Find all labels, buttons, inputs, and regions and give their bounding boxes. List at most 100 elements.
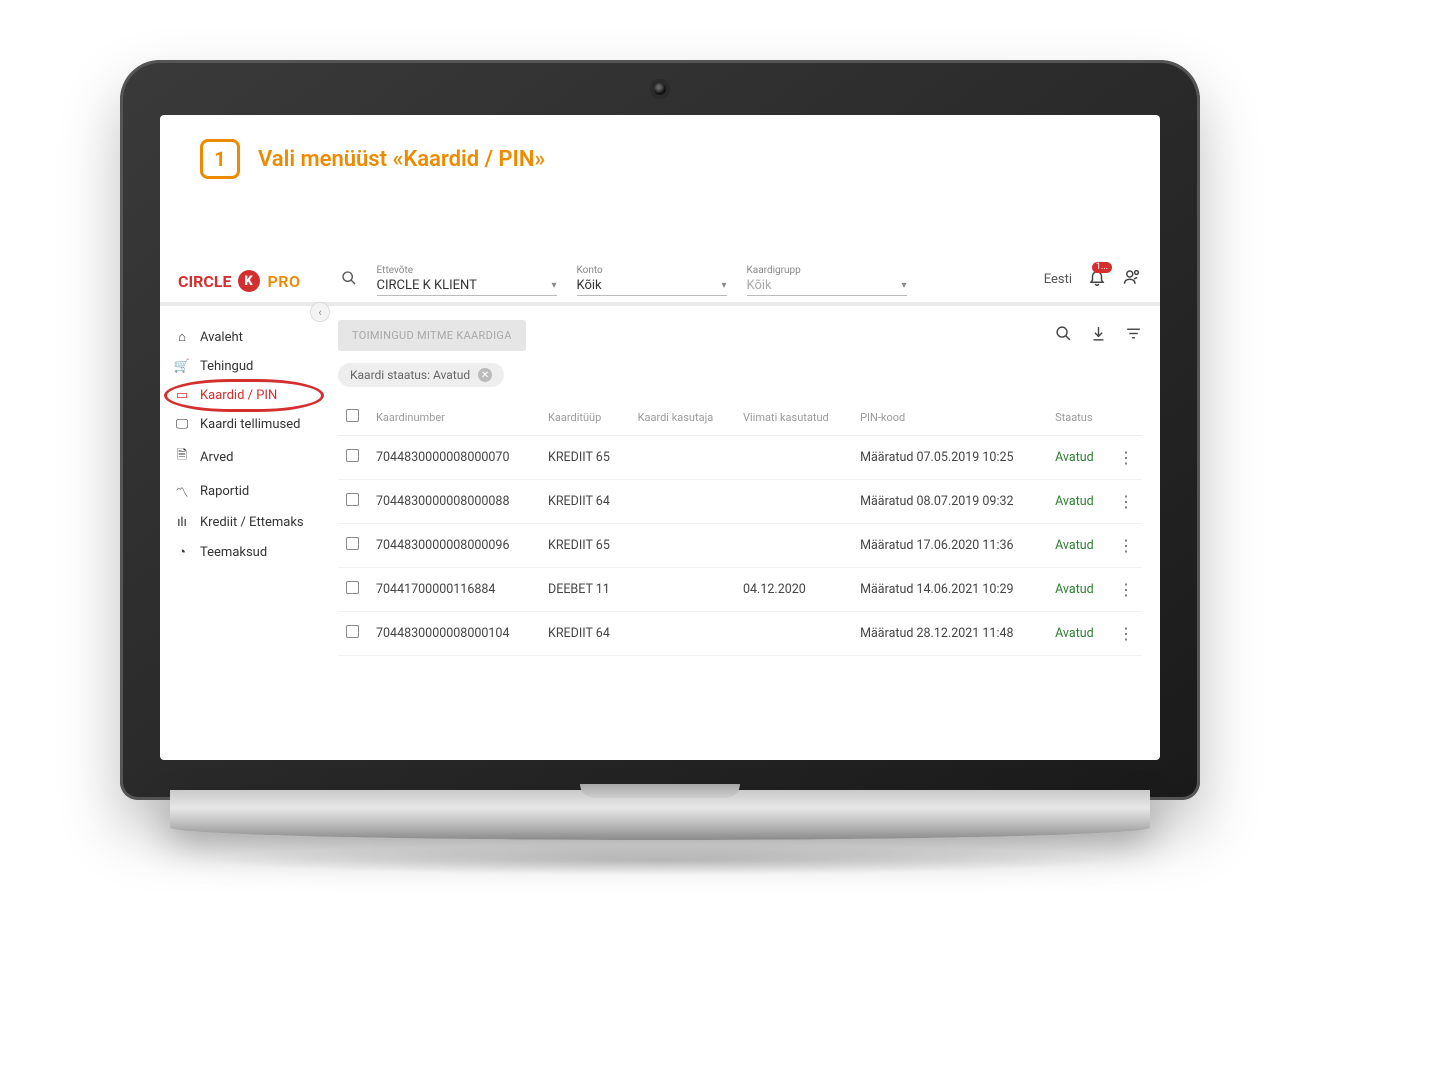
language-switch[interactable]: Eesti: [1044, 272, 1072, 287]
laptop-camera: [654, 83, 666, 95]
col-status[interactable]: Staatus: [1047, 401, 1110, 436]
sidebar-item-doc[interactable]: 🗎 Arved: [160, 439, 320, 475]
bulk-actions-button[interactable]: TOIMINGUD MITME KAARDIGA: [338, 320, 526, 351]
sidebar-item-cart[interactable]: 🛒Tehingud: [160, 352, 320, 381]
cell-cardtype: KREDIIT 64: [540, 612, 630, 656]
sidebar-item-road[interactable]: ◔ Teemaksud: [160, 537, 320, 567]
cell-pin: Määratud 08.07.2019 09:32: [852, 480, 1047, 524]
row-menu-icon[interactable]: ⋮: [1110, 612, 1142, 656]
company-value: CIRCLE K KLIENT: [377, 276, 477, 295]
cell-cardtype: KREDIIT 65: [540, 524, 630, 568]
row-menu-icon[interactable]: ⋮: [1110, 524, 1142, 568]
cell-pin: Määratud 07.05.2019 10:25: [852, 436, 1047, 480]
brand-pro-text: PRO: [268, 272, 301, 291]
cell-cardnumber: 7044830000008000104: [368, 612, 540, 656]
table-row[interactable]: 7044830000008000088KREDIIT 64 Määratud 08…: [338, 480, 1142, 524]
sidebar-item-label: Teemaksud: [200, 545, 267, 560]
toolbar: TOIMINGUD MITME KAARDIGA: [338, 320, 1142, 351]
cell-carduser: [630, 524, 735, 568]
close-icon[interactable]: ✕: [478, 368, 492, 382]
sidebar-collapse-icon[interactable]: ‹: [310, 302, 330, 322]
account-label: Konto: [577, 265, 727, 276]
bars-icon: ılı: [174, 515, 190, 530]
col-cardnumber[interactable]: Kaardinumber: [368, 401, 540, 436]
row-menu-icon[interactable]: ⋮: [1110, 436, 1142, 480]
cell-status: Avatud: [1047, 568, 1110, 612]
caret-down-icon: ▾: [901, 280, 906, 291]
company-select[interactable]: Ettevõte CIRCLE K KLIENT ▾: [377, 265, 557, 296]
cell-pin: Määratud 17.06.2020 11:36: [852, 524, 1047, 568]
step-badge: 1: [200, 139, 240, 179]
col-lastused[interactable]: Viimati kasutatud: [735, 401, 852, 436]
user-menu-icon[interactable]: [1122, 268, 1142, 290]
cell-cardnumber: 7044830000008000088: [368, 480, 540, 524]
cell-status: Avatud: [1047, 436, 1110, 480]
sidebar-item-home[interactable]: ⌂Avaleht: [160, 322, 320, 352]
topbar-right: Eesti 1...: [1044, 268, 1142, 296]
sidebar-item-label: Kaardid / PIN: [200, 388, 277, 403]
cell-cardnumber: 70441700000116884: [368, 568, 540, 612]
sidebar-item-bars[interactable]: ılıKrediit / Ettemaks: [160, 508, 320, 537]
cell-lastused: [735, 480, 852, 524]
col-carduser[interactable]: Kaardi kasutaja: [630, 401, 735, 436]
sidebar-item-label: Kaardi tellimused: [200, 417, 300, 432]
cell-cardnumber: 7044830000008000070: [368, 436, 540, 480]
topbar: CIRCLE K PRO Ettevõte CIRCLE K KLIENT ▾ …: [160, 255, 1160, 306]
laptop-shadow: [200, 845, 1120, 875]
select-all-checkbox[interactable]: [346, 409, 359, 422]
cell-carduser: [630, 436, 735, 480]
row-checkbox[interactable]: [346, 449, 359, 462]
caret-down-icon: ▾: [551, 280, 556, 291]
table-row[interactable]: 7044830000008000070KREDIIT 65 Määratud 07…: [338, 436, 1142, 480]
sidebar-item-card[interactable]: ▭ Kaardid / PIN: [160, 381, 320, 410]
col-pin[interactable]: PIN-kood: [852, 401, 1047, 436]
doc-icon: 🗎: [174, 446, 190, 468]
table-row[interactable]: 70441700000116884DEEBET 1104.12.2020Määr…: [338, 568, 1142, 612]
sidebar-item-label: Tehingud: [200, 359, 253, 374]
cell-cardtype: KREDIIT 64: [540, 480, 630, 524]
cell-lastused: [735, 524, 852, 568]
row-menu-icon[interactable]: ⋮: [1110, 568, 1142, 612]
notifications-button[interactable]: 1...: [1088, 268, 1106, 290]
search-icon[interactable]: [1055, 325, 1072, 346]
col-cardtype[interactable]: Kaarditüüp: [540, 401, 630, 436]
cell-pin: Määratud 28.12.2021 11:48: [852, 612, 1047, 656]
table-row[interactable]: 7044830000008000104KREDIIT 64 Määratud 28…: [338, 612, 1142, 656]
cardgroup-select[interactable]: Kaardigrupp Kõik ▾: [747, 265, 907, 296]
cell-lastused: [735, 612, 852, 656]
search-icon[interactable]: [341, 270, 357, 296]
cell-carduser: [630, 480, 735, 524]
laptop-mockup: 1 Vali menüüst «Kaardid / PIN» CIRCLE K …: [120, 60, 1200, 800]
company-label: Ettevõte: [377, 265, 557, 276]
sidebar: ‹ ⌂Avaleht🛒Tehingud▭Kaardid / PIN🖵Kaardi…: [160, 306, 320, 760]
cards-table: Kaardinumber Kaarditüüp Kaardi kasutaja …: [338, 401, 1142, 656]
home-icon: ⌂: [174, 329, 190, 345]
cell-status: Avatud: [1047, 480, 1110, 524]
cell-cardnumber: 7044830000008000096: [368, 524, 540, 568]
table-row[interactable]: 7044830000008000096KREDIIT 65 Määratud 17…: [338, 524, 1142, 568]
cell-cardtype: KREDIIT 65: [540, 436, 630, 480]
row-checkbox[interactable]: [346, 581, 359, 594]
brand-logo[interactable]: CIRCLE K PRO: [178, 270, 301, 296]
filter-chip[interactable]: Kaardi staatus: Avatud ✕: [338, 363, 504, 387]
cell-lastused: [735, 436, 852, 480]
row-checkbox[interactable]: [346, 537, 359, 550]
card-icon: ▭: [174, 388, 190, 403]
account-select[interactable]: Konto Kõik ▾: [577, 265, 727, 296]
cell-cardtype: DEEBET 11: [540, 568, 630, 612]
filter-chip-label: Kaardi staatus: Avatud: [350, 368, 470, 382]
sidebar-item-monitor[interactable]: 🖵Kaardi tellimused: [160, 410, 320, 439]
laptop-base: [170, 790, 1150, 840]
row-checkbox[interactable]: [346, 493, 359, 506]
instruction-bar: 1 Vali menüüst «Kaardid / PIN»: [160, 115, 1160, 193]
sidebar-item-chart[interactable]: 〽Raportid: [160, 475, 320, 508]
row-menu-icon[interactable]: ⋮: [1110, 480, 1142, 524]
laptop-screen: 1 Vali menüüst «Kaardid / PIN» CIRCLE K …: [160, 115, 1160, 760]
row-checkbox[interactable]: [346, 625, 359, 638]
main-content: TOIMINGUD MITME KAARDIGA Kaardi staatus:…: [320, 306, 1160, 760]
download-icon[interactable]: [1090, 325, 1107, 346]
sidebar-item-label: Arved: [200, 450, 233, 465]
road-icon: ◔: [174, 544, 190, 560]
filter-icon[interactable]: [1125, 325, 1142, 346]
account-value: Kõik: [577, 276, 602, 295]
